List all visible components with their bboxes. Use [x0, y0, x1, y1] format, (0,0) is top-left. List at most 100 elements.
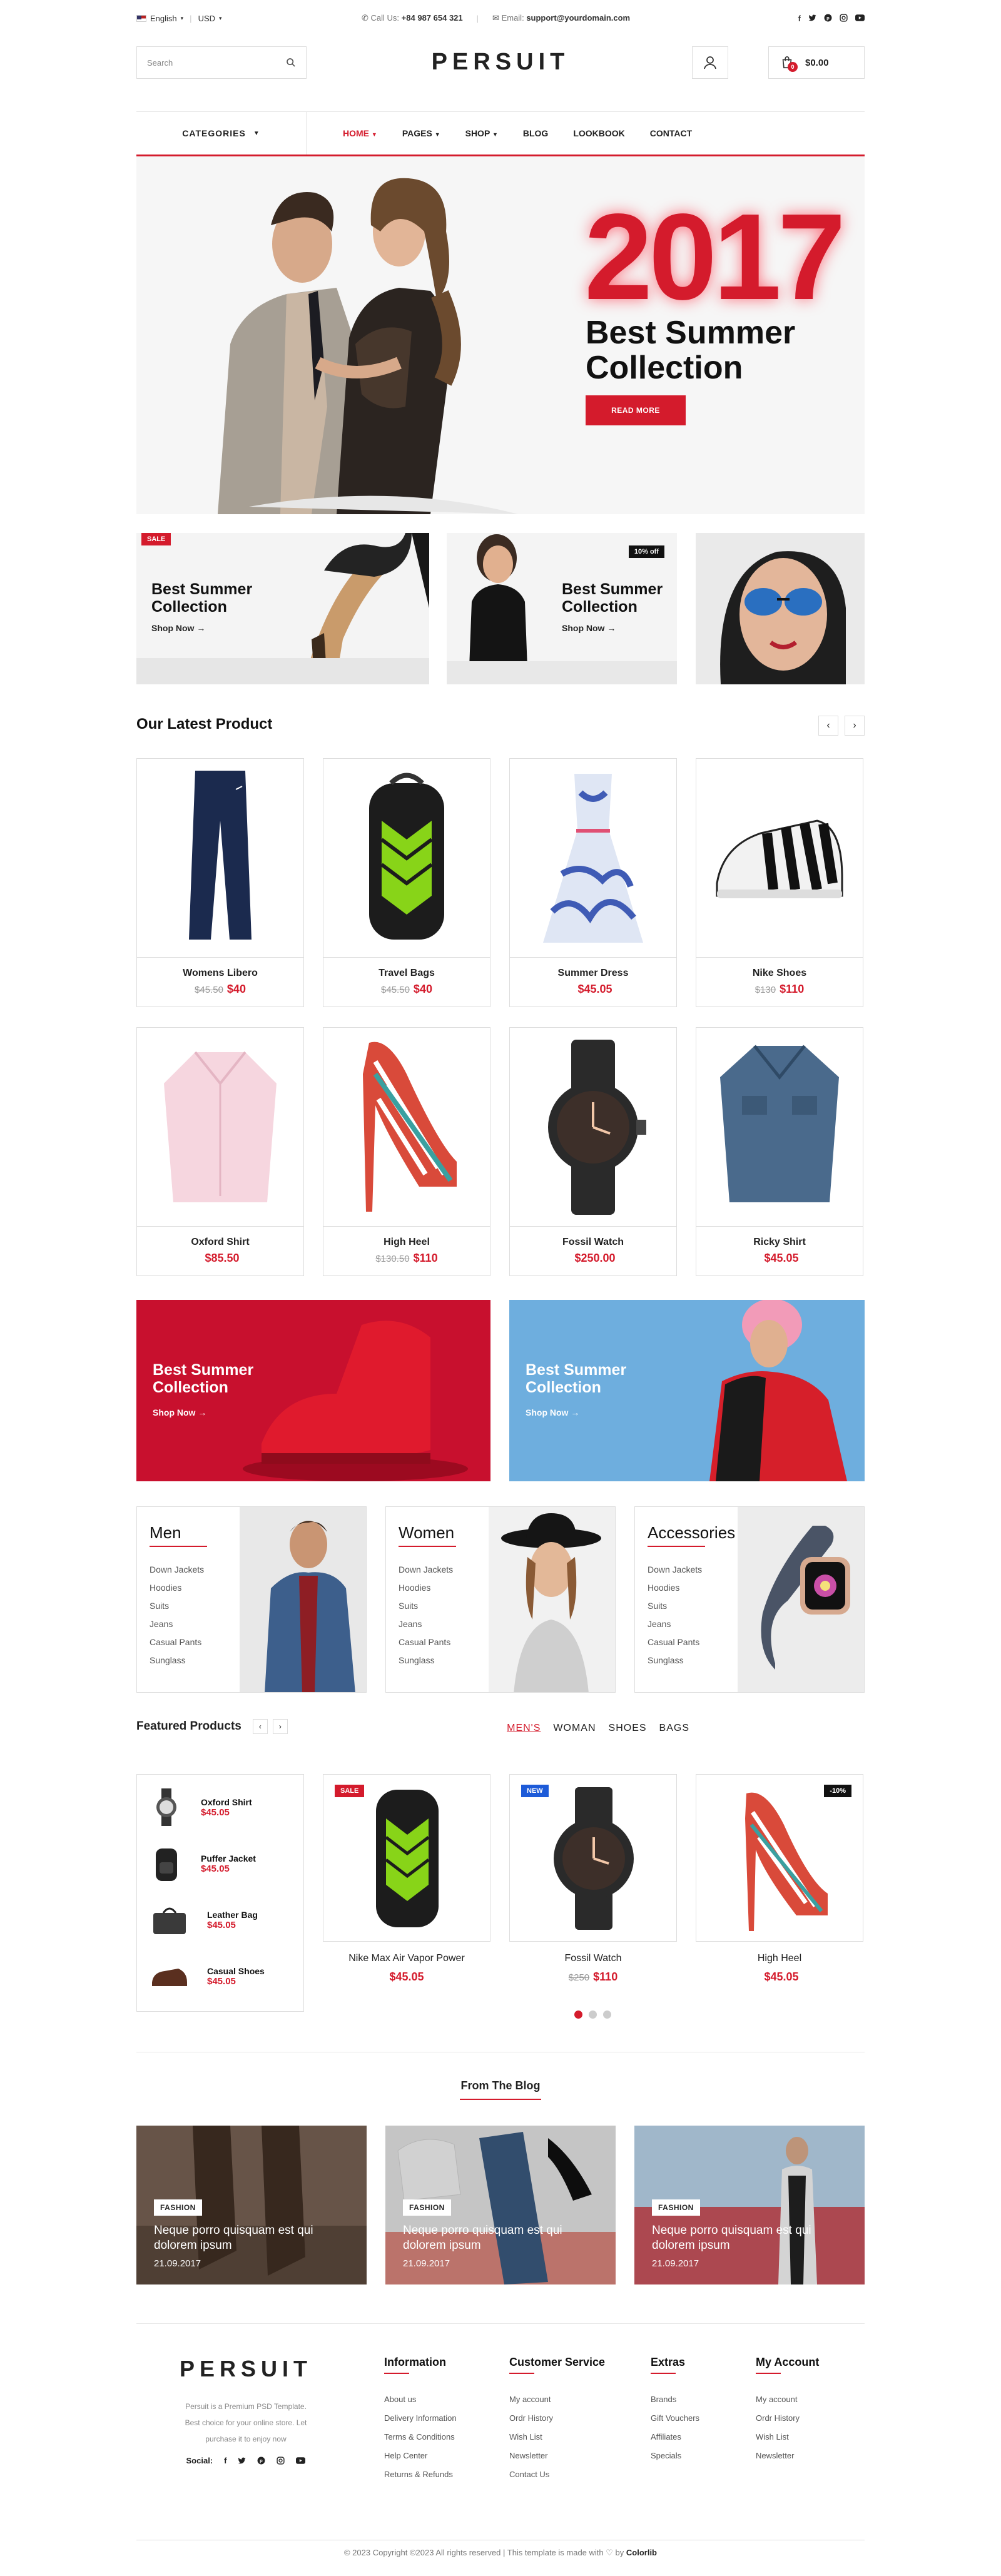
footer-link[interactable]: Brands — [651, 2390, 699, 2409]
product-name[interactable]: Nike Max Air Vapor Power — [323, 1953, 490, 1964]
carousel-dot[interactable] — [603, 2011, 611, 2019]
category-link[interactable]: Down Jackets — [648, 1561, 702, 1579]
cart-button[interactable]: 0 $0.00 — [768, 46, 865, 79]
tab-bags[interactable]: BAGS — [659, 1723, 689, 1734]
category-title[interactable]: Men — [150, 1523, 181, 1543]
shop-now-link[interactable]: Shop Now → — [562, 623, 616, 633]
blog-category-tag[interactable]: FASHION — [652, 2199, 700, 2216]
product-image[interactable] — [323, 1028, 490, 1227]
twitter-icon[interactable] — [238, 2457, 246, 2465]
blog-category-tag[interactable]: FASHION — [154, 2199, 202, 2216]
collection-banner-shoes[interactable]: Best Summer Collection Shop Now → — [136, 1300, 490, 1481]
product-image[interactable] — [137, 759, 303, 958]
youtube-icon[interactable] — [855, 14, 865, 23]
blog-card[interactable]: FASHION Neque porro quisquam est qui dol… — [634, 2126, 865, 2284]
carousel-dot[interactable] — [574, 2011, 582, 2019]
category-link[interactable]: Suits — [648, 1597, 702, 1615]
product-card[interactable]: Travel Bags $45.50 $40 — [323, 758, 490, 1007]
nav-item-blog[interactable]: BLOG — [523, 128, 548, 138]
footer-link[interactable]: Returns & Refunds — [384, 2465, 457, 2484]
category-link[interactable]: Hoodies — [648, 1579, 702, 1597]
blog-category-tag[interactable]: FASHION — [403, 2199, 451, 2216]
footer-link[interactable]: Gift Vouchers — [651, 2409, 699, 2428]
footer-link[interactable]: Specials — [651, 2447, 699, 2465]
category-link[interactable]: Down Jackets — [150, 1561, 204, 1579]
category-link[interactable]: Suits — [399, 1597, 453, 1615]
product-name[interactable]: High Heel — [323, 1237, 490, 1248]
product-name[interactable]: Travel Bags — [323, 968, 490, 979]
product-image[interactable] — [137, 1028, 303, 1227]
blog-card[interactable]: FASHION Neque porro quisquam est qui dol… — [136, 2126, 367, 2284]
footer-link[interactable]: About us — [384, 2390, 457, 2409]
category-link[interactable]: Jeans — [150, 1615, 204, 1633]
collection-banner-jacket[interactable]: Best Summer Collection Shop Now → — [509, 1300, 865, 1481]
product-name[interactable]: Ricky Shirt — [696, 1237, 863, 1248]
featured-card[interactable]: NEW — [509, 1774, 677, 1942]
footer-link[interactable]: Ordr History — [756, 2409, 819, 2428]
tab-woman[interactable]: WOMAN — [553, 1723, 596, 1734]
product-name[interactable]: Fossil Watch — [509, 1953, 677, 1964]
product-card[interactable]: High Heel $130.50 $110 — [323, 1027, 490, 1276]
account-button[interactable] — [692, 46, 728, 79]
footer-link[interactable]: Newsletter — [509, 2447, 605, 2465]
item-name[interactable]: Oxford Shirt — [201, 1797, 252, 1807]
blog-post-title[interactable]: Neque porro quisquam est qui dolorem ips… — [403, 2223, 591, 2253]
product-name[interactable]: Oxford Shirt — [137, 1237, 303, 1248]
instagram-icon[interactable] — [840, 13, 848, 23]
category-link[interactable]: Casual Pants — [399, 1633, 453, 1651]
footer-link[interactable]: Wish List — [756, 2428, 819, 2447]
footer-logo[interactable]: PERSUIT — [161, 2356, 330, 2382]
language-select[interactable]: English — [150, 14, 177, 23]
footer-link[interactable]: Help Center — [384, 2447, 457, 2465]
category-link[interactable]: Suits — [150, 1597, 204, 1615]
facebook-icon[interactable]: f — [224, 2456, 226, 2465]
shop-now-link[interactable]: Shop Now → — [526, 1407, 579, 1417]
category-title[interactable]: Accessories — [648, 1523, 735, 1543]
product-name[interactable]: Fossil Watch — [510, 1237, 676, 1248]
product-name[interactable]: Nike Shoes — [696, 968, 863, 979]
twitter-icon[interactable] — [808, 14, 816, 23]
carousel-dot[interactable] — [589, 2011, 597, 2019]
footer-link[interactable]: Contact Us — [509, 2465, 605, 2484]
pinterest-icon[interactable]: p — [257, 2457, 265, 2465]
footer-link[interactable]: Delivery Information — [384, 2409, 457, 2428]
product-name[interactable]: High Heel — [696, 1953, 863, 1964]
footer-link[interactable]: Ordr History — [509, 2409, 605, 2428]
next-arrow-button[interactable]: › — [272, 1719, 288, 1734]
nav-item-contact[interactable]: CONTACT — [650, 128, 692, 138]
tab-mens[interactable]: MEN'S — [507, 1723, 541, 1734]
product-card[interactable]: Nike Shoes $130 $110 — [696, 758, 863, 1007]
instagram-icon[interactable] — [277, 2457, 285, 2465]
promo-banner-discount[interactable]: 10% off Best Summer Collection Shop Now → — [447, 533, 677, 684]
product-name[interactable]: Womens Libero — [137, 968, 303, 979]
category-title[interactable]: Women — [399, 1523, 454, 1543]
list-item[interactable]: Oxford Shirt $45.05 — [151, 1782, 295, 1832]
footer-link[interactable]: Affiliates — [651, 2428, 699, 2447]
list-item[interactable]: Casual Shoes $45.05 — [151, 1951, 295, 2001]
nav-item-lookbook[interactable]: LOOKBOOK — [573, 128, 624, 138]
list-item[interactable]: Puffer Jacket $45.05 — [151, 1838, 295, 1889]
prev-arrow-button[interactable]: ‹ — [818, 716, 838, 736]
footer-link[interactable]: My account — [509, 2390, 605, 2409]
product-name[interactable]: Summer Dress — [510, 968, 676, 979]
product-image[interactable] — [323, 759, 490, 958]
next-arrow-button[interactable]: › — [845, 716, 865, 736]
shop-now-link[interactable]: Shop Now → — [151, 623, 205, 633]
featured-card[interactable]: -10% — [696, 1774, 863, 1942]
product-card[interactable]: Womens Libero $45.50 $40 — [136, 758, 304, 1007]
nav-item-home[interactable]: HOME ▼ — [343, 128, 377, 138]
category-link[interactable]: Casual Pants — [648, 1633, 702, 1651]
product-card[interactable]: Oxford Shirt $85.50 — [136, 1027, 304, 1276]
category-link[interactable]: Casual Pants — [150, 1633, 204, 1651]
pinterest-icon[interactable]: p — [824, 14, 832, 23]
nav-item-pages[interactable]: PAGES ▼ — [402, 128, 440, 138]
footer-link[interactable]: Terms & Conditions — [384, 2428, 457, 2447]
category-link[interactable]: Hoodies — [399, 1579, 453, 1597]
facebook-icon[interactable]: f — [798, 14, 801, 23]
item-name[interactable]: Puffer Jacket — [201, 1853, 256, 1864]
search-input[interactable]: Search — [136, 46, 307, 79]
promo-banner-sunglasses[interactable] — [696, 533, 865, 684]
category-link[interactable]: Sunglass — [399, 1651, 453, 1670]
product-card[interactable]: Ricky Shirt $45.05 — [696, 1027, 863, 1276]
category-link[interactable]: Jeans — [399, 1615, 453, 1633]
